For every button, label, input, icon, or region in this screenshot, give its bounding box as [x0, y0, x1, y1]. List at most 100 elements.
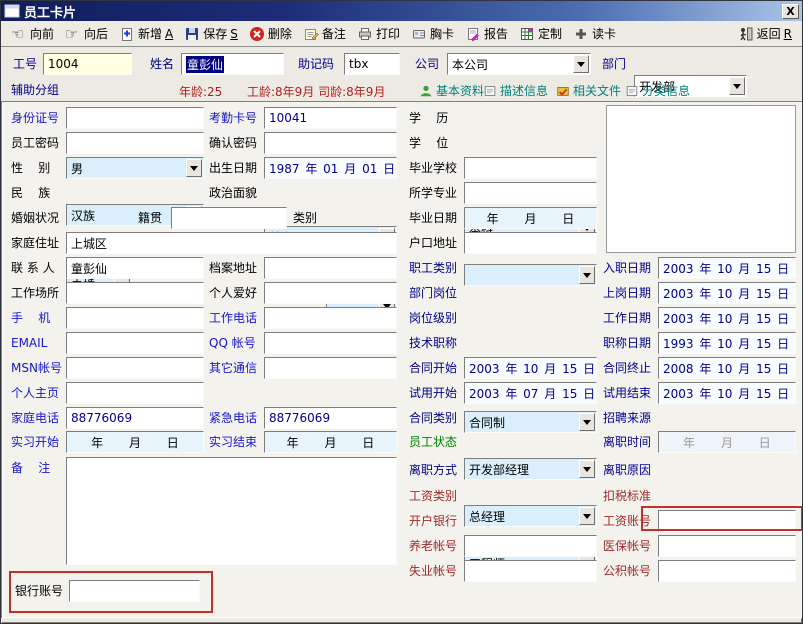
- contract-start-date-field[interactable]: 2003 年 10 月 15 日: [464, 357, 597, 379]
- company-dropdown-button[interactable]: [573, 55, 589, 73]
- memo-button[interactable]: 备注: [298, 24, 351, 43]
- emp-type-dropdown-button[interactable]: [579, 413, 595, 431]
- homepage-input[interactable]: [66, 382, 204, 404]
- msn-account-input[interactable]: [66, 357, 204, 379]
- leave-time-date-field[interactable]: 年 月 日: [658, 431, 796, 453]
- qq-account-input[interactable]: [264, 332, 397, 354]
- grad-school-input[interactable]: [464, 157, 597, 179]
- remarks-textarea[interactable]: [66, 457, 397, 565]
- emp-password-input[interactable]: [66, 132, 204, 154]
- tab-basic[interactable]: 基本资料: [419, 82, 484, 99]
- leave-time-value: 年 月 日: [683, 434, 771, 451]
- mnemonic-label: 助记码: [298, 57, 334, 71]
- forward-button[interactable]: ☜向前: [6, 24, 59, 43]
- emp-type-select[interactable]: 合同制: [464, 411, 597, 433]
- intern-start-date-field[interactable]: 年 月 日: [66, 431, 204, 453]
- id-card-input[interactable]: [66, 107, 204, 129]
- trial-start-value: 2003 年 07 月 15 日: [469, 385, 595, 402]
- salary-type-label: 工资类别: [409, 489, 457, 503]
- gender-select[interactable]: 男: [66, 157, 204, 179]
- intern-end-date-field[interactable]: 年 月 日: [264, 431, 397, 453]
- aux-group-label: 辅助分组: [11, 83, 59, 97]
- unemployment-account-input[interactable]: [464, 560, 597, 582]
- degree-dropdown-button[interactable]: [579, 266, 595, 284]
- intern-start-label: 实习开始: [11, 435, 59, 449]
- archive-address-label: 档案地址: [209, 261, 257, 275]
- post-level-dropdown-button[interactable]: [579, 507, 595, 525]
- hire-date-date-field[interactable]: 2003 年 10 月 15 日: [658, 257, 796, 279]
- home-phone-input[interactable]: 88776069: [66, 407, 204, 429]
- title-date-date-field[interactable]: 1993 年 10 月 15 日: [658, 332, 796, 354]
- birth-date-date-field[interactable]: 1987 年 01 月 01 日: [264, 157, 397, 179]
- grad-date-date-field[interactable]: 年 月 日: [464, 207, 597, 229]
- other-comm-input[interactable]: [264, 357, 397, 379]
- onboard-date-date-field[interactable]: 2003 年 10 月 15 日: [658, 282, 796, 304]
- post-level-select[interactable]: 总经理: [464, 505, 597, 527]
- fund-account-input[interactable]: [658, 560, 796, 582]
- mobile-input[interactable]: [66, 307, 204, 329]
- new-button[interactable]: 新增A: [114, 24, 178, 43]
- pension-account-label: 养老帐号: [409, 539, 457, 553]
- leave-reason-label: 离职原因: [603, 463, 651, 477]
- confirm-password-input[interactable]: [264, 132, 397, 154]
- return-button[interactable]: 返回R: [733, 24, 797, 43]
- note-icon: [483, 84, 497, 98]
- folder-check-icon: [556, 84, 570, 98]
- grad-date-label: 毕业日期: [409, 211, 457, 225]
- tab-description[interactable]: 描述信息: [483, 82, 548, 99]
- archive-address-input[interactable]: [264, 257, 397, 279]
- work-phone-input[interactable]: [264, 307, 397, 329]
- contact-person-input[interactable]: 童彭仙: [66, 257, 204, 279]
- work-date-date-field[interactable]: 2003 年 10 月 15 日: [658, 307, 796, 329]
- dept-post-dropdown-button[interactable]: [579, 460, 595, 478]
- attend-card-input[interactable]: 10041: [264, 107, 397, 129]
- trial-end-date-field[interactable]: 2003 年 10 月 15 日: [658, 382, 796, 404]
- dept-post-select[interactable]: 开发部经理: [464, 458, 597, 480]
- degree-label: 学 位: [409, 136, 448, 150]
- trial-start-date-field[interactable]: 2003 年 07 月 15 日: [464, 382, 597, 404]
- home-address-input[interactable]: 上城区: [66, 232, 397, 254]
- readcard-button[interactable]: 读卡: [568, 24, 621, 43]
- fund-account-label: 公积帐号: [603, 564, 651, 578]
- report-button[interactable]: 报告: [460, 24, 513, 43]
- native-place-input[interactable]: [171, 207, 287, 229]
- medical-account-input[interactable]: [658, 535, 796, 557]
- bank-account-label: 银行账号: [15, 584, 63, 598]
- registered-address-input[interactable]: [464, 232, 597, 254]
- photo-area[interactable]: [606, 105, 796, 253]
- contract-end-date-field[interactable]: 2008 年 10 月 15 日: [658, 357, 796, 379]
- onboard-date-value: 2003 年 10 月 15 日: [663, 285, 789, 302]
- recruit-source-label: 招聘来源: [603, 411, 651, 425]
- email-input[interactable]: [66, 332, 204, 354]
- emp-no-input[interactable]: 1004: [43, 53, 132, 75]
- degree-select[interactable]: [464, 264, 597, 286]
- wage-account-input[interactable]: [658, 510, 796, 532]
- company-select[interactable]: 本公司: [447, 53, 591, 75]
- major-input[interactable]: [464, 182, 597, 204]
- backward-button[interactable]: ☞向后: [60, 24, 113, 43]
- hobby-input[interactable]: [264, 282, 397, 304]
- print-button[interactable]: 打印: [352, 24, 405, 43]
- tab-category[interactable]: 分类信息: [625, 82, 690, 99]
- close-button[interactable]: X: [782, 4, 799, 19]
- workplace-input[interactable]: [66, 282, 204, 304]
- contact-person-label: 联 系 人: [11, 261, 55, 275]
- name-input[interactable]: 童彭仙: [181, 53, 284, 75]
- gender-value: 男: [71, 160, 83, 177]
- save-icon: [184, 26, 200, 42]
- badge-button[interactable]: 胸卡: [406, 24, 459, 43]
- post-level-label: 岗位级别: [409, 311, 457, 325]
- save-hotkey: S: [230, 27, 238, 41]
- customize-button[interactable]: 定制: [514, 24, 567, 43]
- save-button[interactable]: 保存S: [179, 24, 243, 43]
- bank-account-input[interactable]: [69, 580, 200, 602]
- tab-files[interactable]: 相关文件: [556, 82, 621, 99]
- attend-card-label: 考勤卡号: [209, 111, 257, 125]
- delete-button[interactable]: 删除: [244, 24, 297, 43]
- grad-date-value: 年 月 日: [487, 210, 575, 227]
- pension-account-input[interactable]: [464, 535, 597, 557]
- emergency-phone-input[interactable]: 88776069: [264, 407, 397, 429]
- gender-dropdown-button[interactable]: [186, 159, 202, 177]
- department-dropdown-button[interactable]: [729, 77, 745, 95]
- mnemonic-input[interactable]: tbx: [344, 53, 400, 75]
